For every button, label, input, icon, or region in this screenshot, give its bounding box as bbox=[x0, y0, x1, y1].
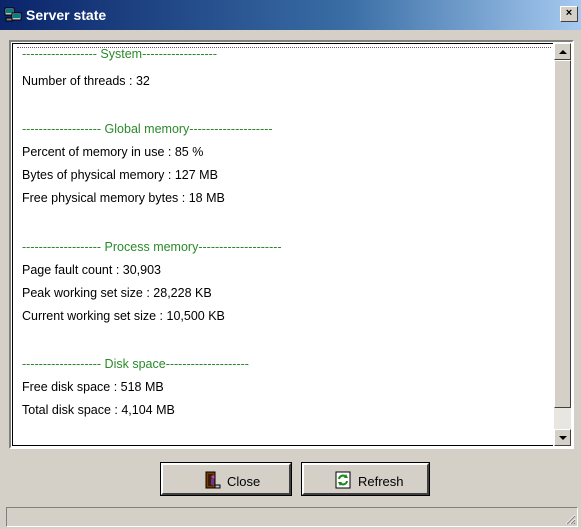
window-title: Server state bbox=[26, 7, 107, 23]
close-window-button[interactable]: × bbox=[560, 6, 578, 22]
computer-network-icon bbox=[4, 7, 22, 22]
arrow-down-icon bbox=[559, 436, 567, 440]
refresh-button[interactable]: Refresh bbox=[301, 462, 430, 496]
close-button[interactable]: Close bbox=[160, 462, 292, 496]
section-header-process-memory: ------------------- Process memory------… bbox=[22, 240, 282, 254]
close-x-icon: × bbox=[565, 7, 573, 19]
title-bar[interactable]: Server state × bbox=[0, 0, 581, 30]
scroll-down-button[interactable] bbox=[554, 429, 571, 446]
scroll-up-button[interactable] bbox=[554, 43, 571, 60]
stat-line: Free physical memory bytes : 18 MB bbox=[22, 191, 225, 205]
close-button-label: Close bbox=[227, 474, 261, 489]
status-bar bbox=[6, 507, 578, 527]
stat-line: Percent of memory in use : 85 % bbox=[22, 145, 204, 159]
server-state-panel: ------------------ System---------------… bbox=[9, 40, 574, 449]
section-header-system: ------------------ System---------------… bbox=[22, 47, 218, 61]
stat-line: Free disk space : 518 MB bbox=[22, 380, 164, 394]
scroll-thumb[interactable] bbox=[554, 60, 571, 408]
stat-line: Bytes of physical memory : 127 MB bbox=[22, 168, 218, 182]
text-area[interactable]: ------------------ System---------------… bbox=[12, 43, 553, 446]
stat-line: Number of threads : 32 bbox=[22, 74, 150, 88]
vertical-scrollbar[interactable] bbox=[554, 43, 571, 446]
stat-line: Current working set size : 10,500 KB bbox=[22, 309, 225, 323]
stat-line: Total disk space : 4,104 MB bbox=[22, 403, 175, 417]
arrow-up-icon bbox=[559, 50, 567, 54]
server-state-window: Server state × ------------------ System… bbox=[0, 0, 581, 529]
refresh-icon bbox=[335, 471, 351, 489]
stat-line: Page fault count : 30,903 bbox=[22, 263, 161, 277]
stats-content: ------------------ System---------------… bbox=[22, 44, 553, 445]
door-exit-icon bbox=[205, 471, 221, 489]
resize-grip-icon[interactable] bbox=[564, 513, 576, 525]
section-header-disk-space: ------------------- Disk space----------… bbox=[22, 357, 249, 371]
stat-line: Peak working set size : 28,228 KB bbox=[22, 286, 212, 300]
section-header-global-memory: ------------------- Global memory-------… bbox=[22, 122, 273, 136]
refresh-button-label: Refresh bbox=[358, 474, 404, 489]
